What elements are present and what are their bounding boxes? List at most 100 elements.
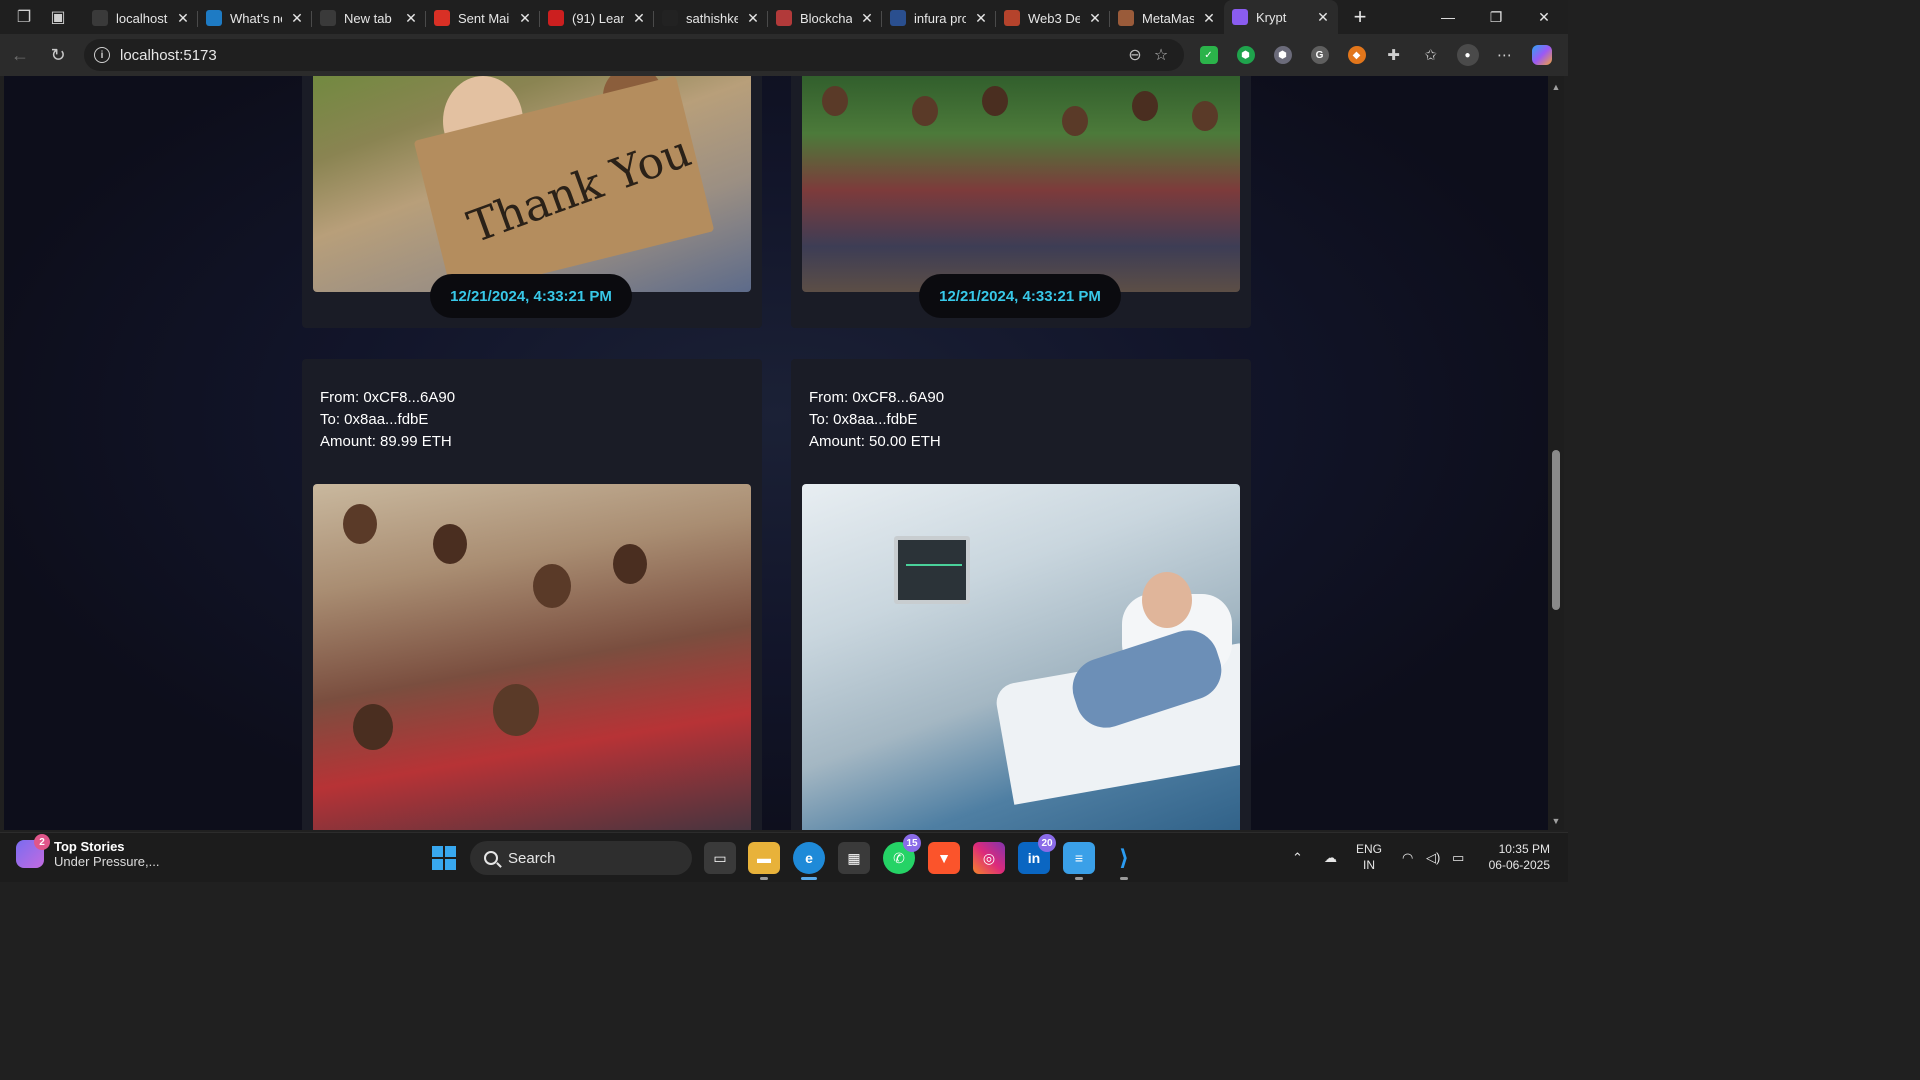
browser-tab[interactable]: What's new ✕ [198, 2, 312, 34]
region-code: IN [1363, 858, 1375, 872]
volume-icon[interactable]: ◁) [1426, 833, 1440, 883]
edge-browser-icon[interactable]: e [793, 842, 825, 880]
school-children-photo [313, 484, 751, 830]
onedrive-icon[interactable]: ☁ [1324, 833, 1337, 883]
whatsapp-badge: 15 [903, 834, 921, 852]
notepad-icon[interactable]: ≡ [1063, 842, 1095, 880]
close-tab-icon[interactable]: ✕ [290, 10, 304, 27]
page-viewport: Thank You 12/21/2024, 4:33:21 PM 12/21/2… [4, 76, 1548, 830]
tab-title: New tab [344, 10, 392, 26]
minimize-icon[interactable]: — [1424, 0, 1472, 34]
restore-icon[interactable]: ❐ [1472, 0, 1520, 34]
child-face [353, 704, 393, 750]
tab-title: What's new [230, 10, 282, 26]
site-info-icon[interactable]: i [94, 47, 110, 63]
new-tab-button[interactable]: + [1344, 1, 1376, 33]
refresh-button[interactable]: ↻ [40, 39, 76, 71]
browser-tab[interactable]: (91) Learn ✕ [540, 2, 654, 34]
profile-avatar[interactable]: ● [1449, 39, 1486, 71]
child-face [343, 504, 377, 544]
browser-tab[interactable]: localhost ✕ [84, 2, 198, 34]
show-hidden-icons[interactable]: ⌃ [1292, 833, 1303, 883]
whatsapp-icon[interactable]: ✆ 15 [883, 834, 921, 874]
extension-metamask-icon[interactable]: ◆ [1338, 39, 1375, 71]
github-icon [662, 10, 678, 26]
web3-icon [1004, 10, 1020, 26]
more-menu-icon[interactable]: ⋯ [1486, 39, 1523, 71]
close-tab-icon[interactable]: ✕ [1202, 10, 1216, 27]
extension-grammarly-icon[interactable]: G [1301, 39, 1338, 71]
from-address: From: 0xCF8...6A90 [809, 389, 945, 406]
address-bar[interactable]: i localhost:5173 ⊖ ☆ [84, 39, 1184, 71]
child-face [493, 684, 539, 736]
widget-badge: 2 [34, 834, 50, 850]
tab-title: (91) Learn [572, 10, 624, 26]
linkedin-badge: 20 [1038, 834, 1056, 852]
language-indicator[interactable]: ENG IN [1356, 841, 1382, 873]
browser-tab[interactable]: New tab ✕ [312, 2, 426, 34]
url-text[interactable]: localhost:5173 [120, 47, 1122, 64]
zoom-icon[interactable]: ⊖ [1122, 45, 1148, 65]
transaction-card: From: 0xCF8...6A90 To: 0x8aa...fdbE Amou… [302, 359, 762, 830]
browser-tab[interactable]: Krypt ✕ [1224, 0, 1338, 34]
windows-taskbar: 2 Top Stories Under Pressure,... Search … [0, 832, 1568, 882]
wifi-icon[interactable]: ◠ [1402, 833, 1413, 883]
close-tab-icon[interactable]: ✕ [632, 10, 646, 27]
vite-icon [1232, 9, 1248, 25]
favorites-icon[interactable]: ✩ [1412, 39, 1449, 71]
close-tab-icon[interactable]: ✕ [518, 10, 532, 27]
scroll-up-icon[interactable]: ▲ [1551, 82, 1561, 92]
person-face [982, 86, 1008, 116]
battery-icon[interactable]: ▭ [1452, 833, 1464, 883]
favorite-star-icon[interactable]: ☆ [1148, 45, 1174, 65]
taskbar-search[interactable]: Search [470, 841, 692, 875]
system-clock[interactable]: 10:35 PM 06-06-2025 [1489, 841, 1550, 873]
start-button[interactable] [432, 846, 456, 870]
search-icon [890, 10, 906, 26]
browser-tab[interactable]: Blockchain ✕ [768, 2, 882, 34]
edge-icon [206, 10, 222, 26]
browser-tab[interactable]: MetaMask ✕ [1110, 2, 1224, 34]
vscode-icon[interactable]: ⟩ [1108, 842, 1140, 880]
patient-head [1142, 572, 1192, 628]
instagram-icon[interactable]: ◎ [973, 842, 1005, 874]
person-face [1062, 106, 1088, 136]
scroll-down-icon[interactable]: ▼ [1551, 816, 1561, 826]
brave-browser-icon[interactable]: ▼ [928, 842, 960, 874]
red-logo-icon [776, 10, 792, 26]
browser-tab[interactable]: infura pro ✕ [882, 2, 996, 34]
scroll-thumb[interactable] [1552, 450, 1560, 610]
page-scrollbar[interactable]: ▲ ▼ [1548, 76, 1564, 830]
newtab-icon [320, 10, 336, 26]
microsoft-store-icon[interactable]: ▦ [838, 842, 870, 874]
news-widget[interactable]: 2 Top Stories Under Pressure,... [16, 834, 160, 869]
file-explorer-icon[interactable]: ▬ [748, 842, 780, 880]
close-tab-icon[interactable]: ✕ [974, 10, 988, 27]
browser-tab[interactable]: sathishkeerthi ✕ [654, 2, 768, 34]
heart-monitor [894, 536, 970, 604]
transaction-card: Thank You 12/21/2024, 4:33:21 PM [302, 76, 762, 328]
extensions-puzzle-icon[interactable]: ✚ [1375, 39, 1412, 71]
close-tab-icon[interactable]: ✕ [860, 10, 874, 27]
extension-shield-icon[interactable]: ⬢ [1227, 39, 1264, 71]
close-tab-icon[interactable]: ✕ [176, 10, 190, 27]
close-tab-icon[interactable]: ✕ [746, 10, 760, 27]
task-view-icon[interactable]: ▭ [704, 842, 736, 874]
browser-tab[interactable]: Web3 Dev ✕ [996, 2, 1110, 34]
back-button[interactable]: ← [2, 39, 38, 71]
person-face [822, 86, 848, 116]
close-tab-icon[interactable]: ✕ [1316, 9, 1330, 26]
linkedin-icon[interactable]: in 20 [1018, 834, 1056, 874]
extension-privacy-icon[interactable]: ⬢ [1264, 39, 1301, 71]
copilot-icon[interactable] [1523, 39, 1560, 71]
workspaces-icon[interactable]: ❐ [14, 7, 34, 27]
browser-tab[interactable]: Sent Mail ✕ [426, 2, 540, 34]
close-tab-icon[interactable]: ✕ [1088, 10, 1102, 27]
close-window-icon[interactable]: ✕ [1520, 0, 1568, 34]
search-label: Search [508, 849, 556, 867]
timestamp-badge: 12/21/2024, 4:33:21 PM [430, 274, 632, 318]
youtube-icon [548, 10, 564, 26]
close-tab-icon[interactable]: ✕ [404, 10, 418, 27]
vertical-tabs-icon[interactable]: ▣ [48, 7, 68, 27]
extension-adblock-icon[interactable]: ✓ [1190, 39, 1227, 71]
